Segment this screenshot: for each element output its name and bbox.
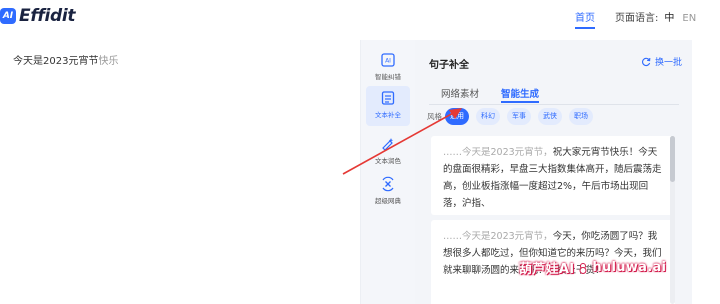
- effidit-logo[interactable]: AI Effidit: [0, 6, 76, 26]
- language-switcher: 页面语言: 中 EN: [615, 9, 696, 24]
- editor-typed-text: 今天是2023元宵节: [13, 56, 99, 67]
- polish-icon: [382, 138, 394, 151]
- style-chip-military[interactable]: 军事: [507, 108, 531, 125]
- scrollbar-thumb[interactable]: [670, 136, 675, 182]
- text-editor[interactable]: 今天是2023元宵节快乐: [0, 40, 360, 304]
- style-filter: 风格 通用 科幻 军事 武侠 职场: [427, 108, 600, 125]
- nav-home-link[interactable]: 首页: [575, 9, 595, 29]
- tool-ai-correct[interactable]: AI 智能纠错: [366, 48, 410, 88]
- suggestion-card[interactable]: ……今天是2023元宵节，祝大家元宵节快乐！今天的盘面很精彩，早盘三大指数集体高…: [431, 136, 675, 215]
- logo-mark-icon: AI: [0, 8, 16, 24]
- card-prefix: ……今天是2023元宵节，: [443, 147, 553, 158]
- top-header: AI Effidit 首页 页面语言: 中 EN: [0, 0, 720, 32]
- style-chip-scifi[interactable]: 科幻: [476, 108, 500, 125]
- panel-title: 句子补全: [429, 60, 469, 71]
- style-chip-workplace[interactable]: 职场: [569, 108, 593, 125]
- language-label: 页面语言:: [615, 13, 659, 24]
- gourd-icon: [579, 262, 587, 274]
- svg-text:AI: AI: [385, 58, 391, 65]
- style-chip-general[interactable]: 通用: [445, 108, 469, 125]
- tab-web-material[interactable]: 网络素材: [441, 86, 479, 100]
- watermark: 葫芦娃AI huluwa.ai: [519, 258, 666, 277]
- tool-text-complete[interactable]: 文本补全: [366, 86, 410, 126]
- tab-ai-generate[interactable]: 智能生成: [501, 86, 540, 103]
- tool-label: 智能纠错: [375, 73, 401, 81]
- source-tabs: 网络素材 智能生成: [441, 86, 561, 103]
- refresh-icon: [642, 57, 651, 66]
- tool-sidebar: AI 智能纠错 文本补全 文本润色 超级网典: [360, 40, 415, 304]
- style-label: 风格: [427, 112, 442, 121]
- watermark-text-right: huluwa.ai: [592, 260, 667, 275]
- refresh-batch-button[interactable]: 换一批: [641, 55, 682, 68]
- logo-text: Effidit: [19, 6, 76, 26]
- text-complete-icon: [381, 91, 395, 105]
- tool-label: 文本补全: [375, 111, 401, 119]
- ai-correct-icon: AI: [381, 53, 395, 67]
- editor-content[interactable]: 今天是2023元宵节快乐: [13, 52, 118, 67]
- panel-scrollbar[interactable]: [670, 136, 675, 304]
- tool-polish[interactable]: 文本润色: [366, 132, 410, 172]
- tool-label: 超级网典: [375, 197, 401, 205]
- tool-dictionary[interactable]: 超级网典: [366, 172, 410, 212]
- lang-zh-option[interactable]: 中: [664, 13, 674, 24]
- style-chip-wuxia[interactable]: 武侠: [538, 108, 562, 125]
- watermark-text-left: 葫芦娃AI: [519, 262, 575, 277]
- editor-suggestion-text: 快乐: [98, 56, 119, 67]
- refresh-batch-label: 换一批: [655, 58, 683, 68]
- dictionary-icon: [382, 176, 394, 192]
- tab-divider: [429, 104, 679, 105]
- card-prefix: ……今天是2023元宵节，: [443, 231, 553, 242]
- tool-label: 文本润色: [375, 157, 401, 165]
- suggestion-card[interactable]: ……: [431, 293, 675, 304]
- lang-en-option[interactable]: EN: [682, 13, 696, 24]
